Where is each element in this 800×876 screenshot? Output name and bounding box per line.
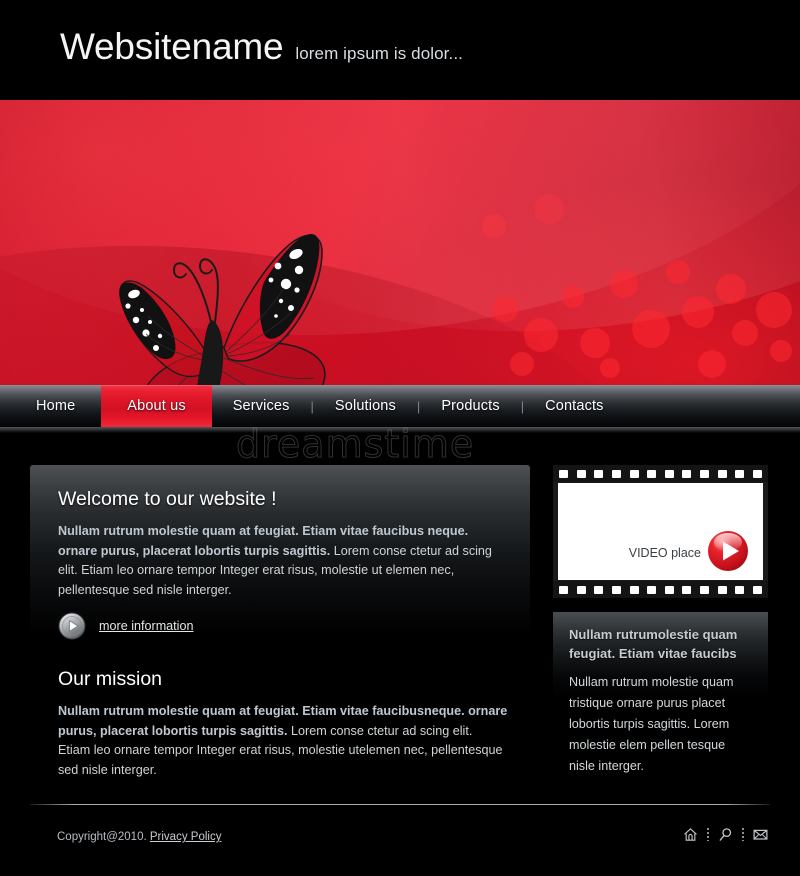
sprocket-hole <box>664 585 674 594</box>
film-sprockets-top <box>553 465 768 482</box>
footer-icon-bar <box>683 827 768 842</box>
privacy-policy-link[interactable]: Privacy Policy <box>150 831 222 843</box>
nav-item-products[interactable]: Products <box>420 385 520 427</box>
sprocket-hole <box>752 585 762 594</box>
sprocket-hole <box>664 469 674 478</box>
mail-icon[interactable] <box>753 827 768 842</box>
more-information-label[interactable]: more information <box>99 619 194 633</box>
banner-bubble-texture <box>470 194 800 385</box>
welcome-heading: Welcome to our website ! <box>58 488 277 510</box>
sprocket-hole <box>717 585 727 594</box>
sprocket-hole <box>594 469 604 478</box>
sprocket-hole <box>700 469 709 478</box>
video-placeholder-label: VIDEO place <box>628 546 701 560</box>
search-icon[interactable] <box>718 827 733 842</box>
sprocket-hole <box>611 469 621 478</box>
header-branding: Websitename lorem ipsum is dolor... <box>60 26 463 68</box>
sprocket-hole <box>752 469 762 478</box>
sidebar-promo-box: Nullam rutrumolestie quam feugiat. Etiam… <box>553 612 768 773</box>
sidebar-promo-body: Nullam rutrum molestie quam tristique or… <box>569 675 734 773</box>
play-button-red-icon[interactable] <box>707 530 749 572</box>
main-content: Welcome to our website ! Nullam rutrum m… <box>0 455 800 795</box>
sprocket-hole <box>700 585 709 594</box>
sprocket-hole <box>682 585 692 594</box>
sprocket-hole <box>735 585 745 594</box>
sidebar: VIDEO place Nullam rutrumolestie quam fe… <box>553 465 768 773</box>
site-header: Websitename lorem ipsum is dolor... <box>0 0 800 100</box>
butterfly-icon <box>119 234 326 385</box>
site-footer: Copyright@2010. Privacy Policy <box>0 795 800 876</box>
footer-icon-separator <box>707 828 709 841</box>
nav-item-about-us[interactable]: About us <box>101 385 212 427</box>
main-navigation[interactable]: Home About us Services | Solutions | Pro… <box>0 385 800 427</box>
sprocket-hole <box>559 585 568 594</box>
nav-bottom-shine <box>0 427 800 433</box>
mission-heading: Our mission <box>58 668 163 690</box>
nav-item-home[interactable]: Home <box>0 385 101 427</box>
page-root: Websitename lorem ipsum is dolor... Home… <box>0 0 800 876</box>
sprocket-hole <box>629 469 639 478</box>
site-title: Websitename <box>60 26 284 67</box>
video-screen[interactable]: VIDEO place <box>558 483 763 580</box>
sprocket-hole <box>682 469 692 478</box>
content-panel: Welcome to our website ! Nullam rutrum m… <box>30 465 530 795</box>
welcome-paragraph: Nullam rutrum molestie quam at feugiat. … <box>58 522 508 600</box>
nav-item-solutions[interactable]: Solutions <box>314 385 417 427</box>
mission-paragraph: Nullam rutrum molestie quam at feugiat. … <box>58 702 508 780</box>
sprocket-hole <box>647 469 657 478</box>
more-information-link[interactable]: more information <box>58 612 194 640</box>
play-circle-icon <box>58 612 86 640</box>
hero-banner <box>0 100 800 385</box>
sprocket-hole <box>735 469 745 478</box>
sprocket-hole <box>559 469 568 478</box>
sprocket-hole <box>594 585 604 594</box>
sprocket-hole <box>717 469 727 478</box>
copyright-text: Copyright@2010. <box>57 831 147 843</box>
footer-copyright-area: Copyright@2010. Privacy Policy <box>57 831 221 843</box>
film-sprockets-bottom <box>553 581 768 598</box>
sprocket-hole <box>576 585 586 594</box>
sprocket-hole <box>647 585 657 594</box>
site-tagline: lorem ipsum is dolor... <box>295 44 463 63</box>
sprocket-hole <box>576 469 586 478</box>
footer-icon-separator <box>742 828 744 841</box>
footer-divider <box>30 804 770 805</box>
home-icon[interactable] <box>683 827 698 842</box>
sidebar-promo-heading: Nullam rutrumolestie quam feugiat. Etiam… <box>569 627 738 661</box>
nav-item-services[interactable]: Services <box>212 385 311 427</box>
sprocket-hole <box>629 585 639 594</box>
video-placeholder[interactable]: VIDEO place <box>553 465 768 598</box>
sprocket-hole <box>611 585 621 594</box>
nav-item-contacts[interactable]: Contacts <box>524 385 624 427</box>
